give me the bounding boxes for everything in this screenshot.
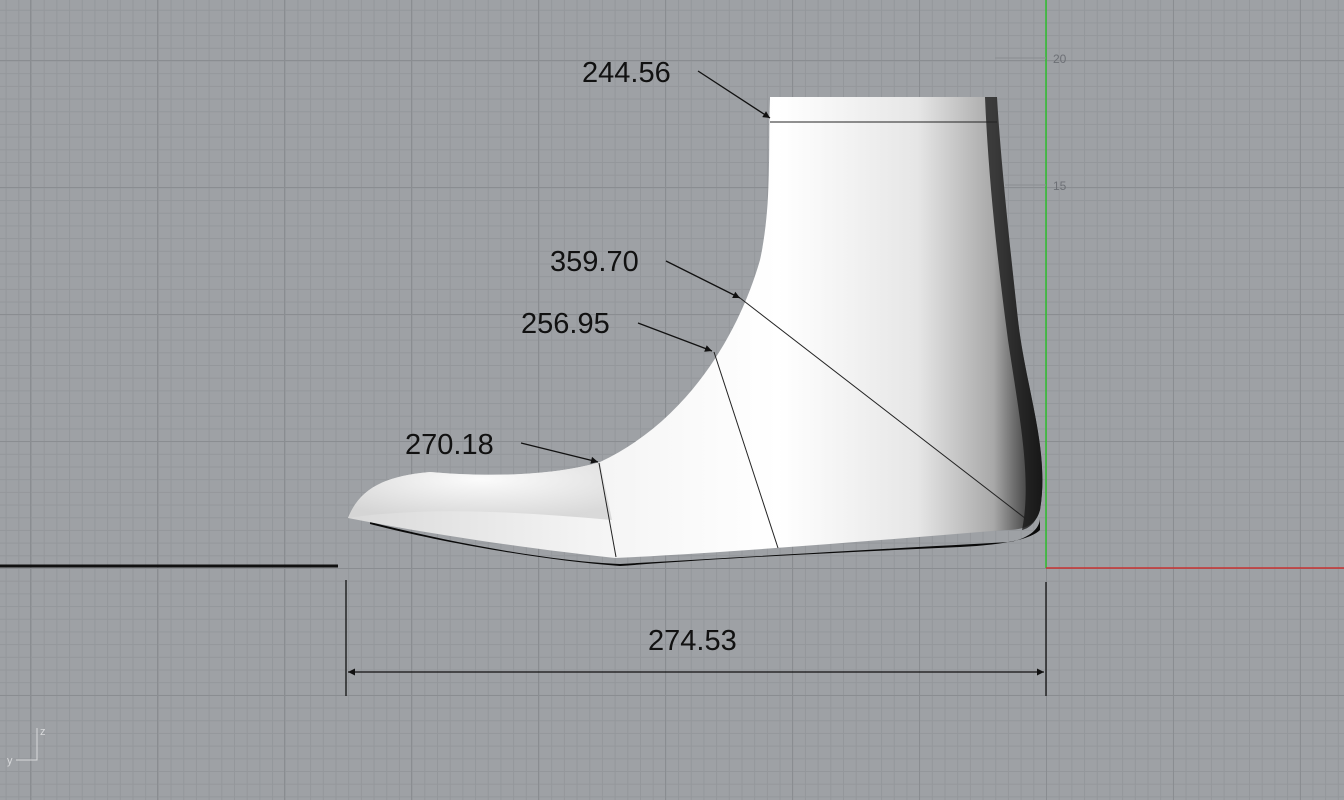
leader-ball-girth xyxy=(520,442,599,464)
leader-instep-girth xyxy=(665,260,741,299)
leader-waist-girth xyxy=(637,322,713,352)
ruler-label-20: 20 xyxy=(1053,52,1067,66)
axis-triad-icon: z y xyxy=(7,726,46,767)
axis-label-z: z xyxy=(40,726,46,738)
dimension-waist-girth[interactable]: 256.95 xyxy=(521,308,610,340)
leader-top-girth xyxy=(697,70,771,119)
toe-surface xyxy=(348,462,612,520)
dimension-ball-girth[interactable]: 270.18 xyxy=(405,429,494,461)
dimension-top-girth[interactable]: 244.56 xyxy=(582,57,671,89)
length-dimension[interactable]: 274.53 xyxy=(345,580,1047,696)
ruler-label-15: 15 xyxy=(1053,179,1067,193)
viewport-canvas[interactable]: 20 15 244.56 359.70 256.95 270.18 274.53… xyxy=(0,0,1344,800)
dimension-length[interactable]: 274.53 xyxy=(648,625,737,657)
axis-label-y: y xyxy=(7,755,13,767)
shoe-last-model[interactable] xyxy=(348,97,1043,566)
dimension-instep-girth[interactable]: 359.70 xyxy=(550,246,639,278)
viewport-drawing[interactable]: 20 15 244.56 359.70 256.95 270.18 274.53… xyxy=(0,0,1344,800)
